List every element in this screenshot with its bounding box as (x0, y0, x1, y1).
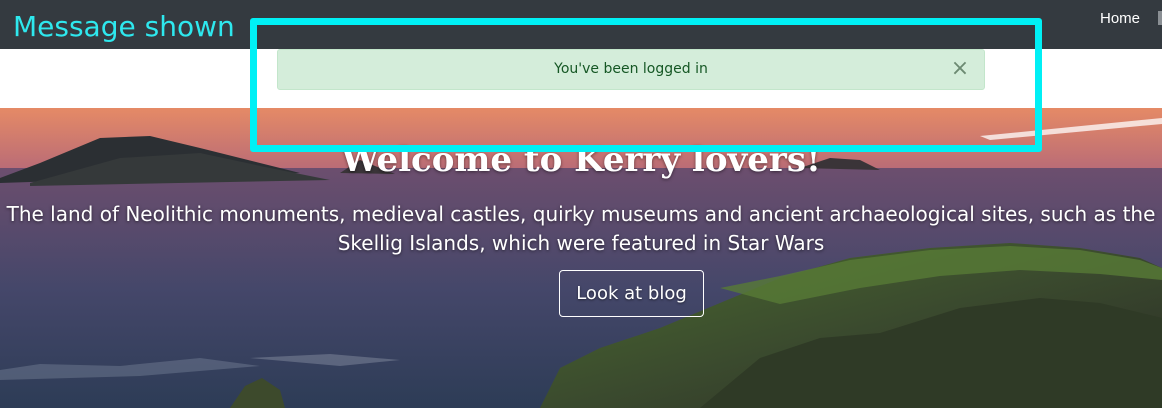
hero-subtitle-line-2: Skellig Islands, which were featured in … (337, 231, 825, 255)
hero-section: Welcome to Kerry lovers! The land of Neo… (0, 108, 1162, 408)
success-alert: You've been logged in × (277, 49, 985, 90)
annotation-label: Message shown (13, 10, 235, 43)
hero-subtitle-line-1: The land of Neolithic monuments, medieva… (6, 202, 1156, 226)
messages-container: You've been logged in × (0, 49, 1162, 108)
nav-overflow-icon[interactable] (1158, 11, 1162, 25)
hero-title: Welcome to Kerry lovers! (341, 140, 821, 180)
look-at-blog-button[interactable]: Look at blog (559, 270, 704, 317)
alert-message: You've been logged in (554, 61, 708, 77)
close-icon[interactable]: × (949, 57, 971, 81)
hero-subtitle: The land of Neolithic monuments, medieva… (0, 200, 1162, 258)
nav-link-home[interactable]: Home (1100, 10, 1140, 27)
